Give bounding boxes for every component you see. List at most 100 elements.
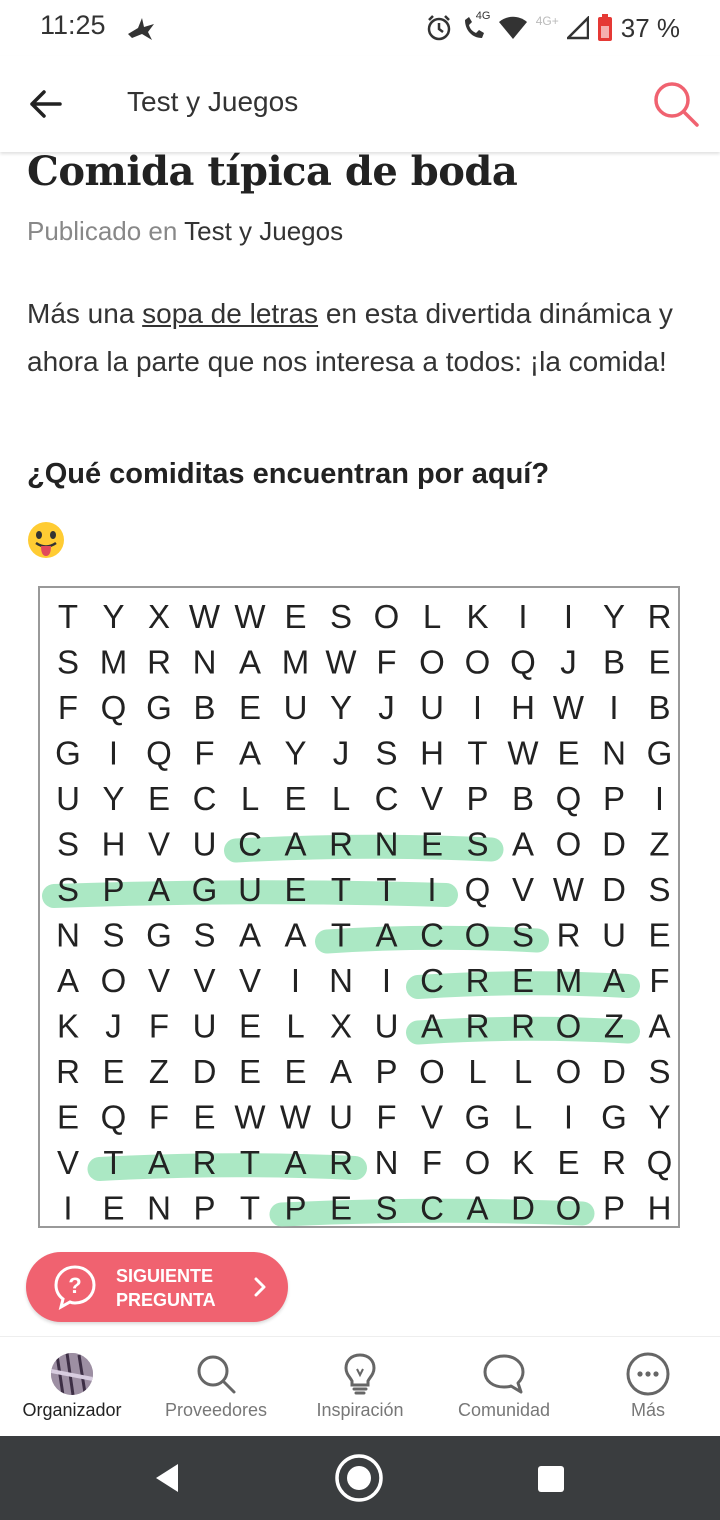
- grid-letter: G: [647, 735, 673, 772]
- highlight-carnes: [224, 834, 504, 863]
- grid-letter: O: [465, 1144, 491, 1181]
- grid-letter: A: [148, 1144, 170, 1181]
- grid-letter: R: [648, 598, 672, 635]
- nav-item-comunidad[interactable]: Comunidad: [432, 1337, 576, 1437]
- grid-letter: S: [375, 735, 397, 772]
- grid-letter: A: [148, 871, 170, 908]
- grid-letter: H: [648, 1190, 672, 1227]
- grid-letter: P: [603, 1190, 625, 1227]
- grid-letter: U: [420, 689, 444, 726]
- grid-letter: E: [648, 917, 670, 954]
- grid-letter: A: [284, 826, 306, 863]
- nav-item-mas[interactable]: Más: [576, 1337, 720, 1437]
- grid-letter: T: [376, 871, 396, 908]
- grid-letter: E: [284, 1053, 306, 1090]
- grid-letter: Y: [603, 598, 625, 635]
- grid-letter: I: [382, 962, 391, 999]
- search-button[interactable]: [650, 78, 702, 130]
- grid-letter: R: [329, 1144, 353, 1181]
- grid-letter: I: [518, 598, 527, 635]
- grid-letter: Q: [465, 871, 491, 908]
- grid-letter: L: [241, 780, 259, 817]
- grid-letter: N: [375, 1144, 399, 1181]
- grid-letter: E: [239, 1008, 261, 1045]
- grid-letter: P: [193, 1190, 215, 1227]
- grid-letter: N: [375, 826, 399, 863]
- grid-letter: M: [555, 962, 583, 999]
- back-button[interactable]: [22, 80, 70, 128]
- grid-letter: P: [603, 780, 625, 817]
- nav-item-inspiracion[interactable]: Inspiración: [288, 1337, 432, 1437]
- grid-letter: E: [512, 962, 534, 999]
- grid-letter: Z: [604, 1008, 624, 1045]
- intro-paragraph: Más una sopa de letras en esta divertida…: [27, 290, 687, 386]
- grid-letter: P: [466, 780, 488, 817]
- grid-letter: Q: [146, 735, 172, 772]
- grid-letter: B: [648, 689, 670, 726]
- grid-letter: J: [560, 644, 577, 681]
- grid-letter: S: [648, 871, 670, 908]
- grid-letter: F: [376, 644, 396, 681]
- question-heading: ¿Qué comiditas encuentran por aquí?: [27, 458, 550, 490]
- grid-letter: S: [57, 644, 79, 681]
- grid-letter: G: [465, 1099, 491, 1136]
- grid-letter: E: [102, 1053, 124, 1090]
- grid-letter: L: [514, 1099, 532, 1136]
- nav-label-organizador: Organizador: [22, 1400, 122, 1420]
- battery-icon: [597, 14, 613, 42]
- published-category-link[interactable]: Test y Juegos: [184, 216, 343, 246]
- grid-letter: I: [473, 689, 482, 726]
- grid-letter: U: [375, 1008, 399, 1045]
- grid-letter: G: [601, 1099, 627, 1136]
- grid-letter: U: [193, 1008, 217, 1045]
- status-icons: 4G 4G+ 37 %: [426, 10, 680, 46]
- home-circle-icon[interactable]: [334, 1453, 384, 1503]
- network-label-4gplus: 4G+: [535, 14, 559, 28]
- wifi-icon: [498, 15, 528, 41]
- grid-letter: D: [511, 1190, 535, 1227]
- grid-letter: T: [331, 871, 351, 908]
- grid-letter: Y: [648, 1099, 670, 1136]
- grid-letter: E: [284, 871, 306, 908]
- grid-letter: A: [239, 735, 261, 772]
- grid-letter: G: [146, 689, 172, 726]
- avatar-icon: [51, 1353, 93, 1395]
- intro-link[interactable]: sopa de letras: [142, 298, 318, 329]
- grid-letter: W: [234, 1099, 266, 1136]
- tongue-face-emoji: [26, 520, 66, 560]
- grid-letter: T: [58, 598, 78, 635]
- grid-letter: L: [332, 780, 350, 817]
- grid-letter: F: [149, 1008, 169, 1045]
- grid-letter: U: [56, 780, 80, 817]
- grid-letter: F: [194, 735, 214, 772]
- grid-letter: I: [564, 598, 573, 635]
- grid-letter: E: [239, 689, 261, 726]
- next-question-button[interactable]: ? SIGUIENTE PREGUNTA: [26, 1252, 288, 1322]
- grid-letter: I: [109, 735, 118, 772]
- grid-letter: S: [330, 598, 352, 635]
- lightbulb-icon: [344, 1353, 376, 1395]
- grid-letter: S: [57, 826, 79, 863]
- grid-letter: V: [512, 871, 534, 908]
- grid-letter: J: [378, 689, 395, 726]
- nav-item-proveedores[interactable]: Proveedores: [144, 1337, 288, 1437]
- nav-label-comunidad: Comunidad: [457, 1400, 551, 1420]
- status-time: 11:25: [40, 10, 106, 40]
- grid-letter: C: [375, 780, 399, 817]
- nav-label-proveedores: Proveedores: [164, 1400, 268, 1420]
- grid-letter: I: [63, 1190, 72, 1227]
- grid-letter: K: [57, 1008, 79, 1045]
- grid-letter: U: [238, 871, 262, 908]
- grid-letter: O: [465, 917, 491, 954]
- recents-square-icon[interactable]: [536, 1464, 566, 1494]
- nav-item-organizador[interactable]: Organizador: [0, 1337, 144, 1437]
- header-title: Test y Juegos: [127, 86, 299, 117]
- grid-letter: R: [147, 644, 171, 681]
- grid-letter: U: [193, 826, 217, 863]
- grid-letter: P: [102, 871, 124, 908]
- grid-letter: A: [421, 1008, 443, 1045]
- back-triangle-icon[interactable]: [150, 1460, 186, 1496]
- intro-text-before: Más una: [27, 298, 143, 329]
- grid-letter: I: [655, 780, 664, 817]
- grid-letter: Q: [556, 780, 582, 817]
